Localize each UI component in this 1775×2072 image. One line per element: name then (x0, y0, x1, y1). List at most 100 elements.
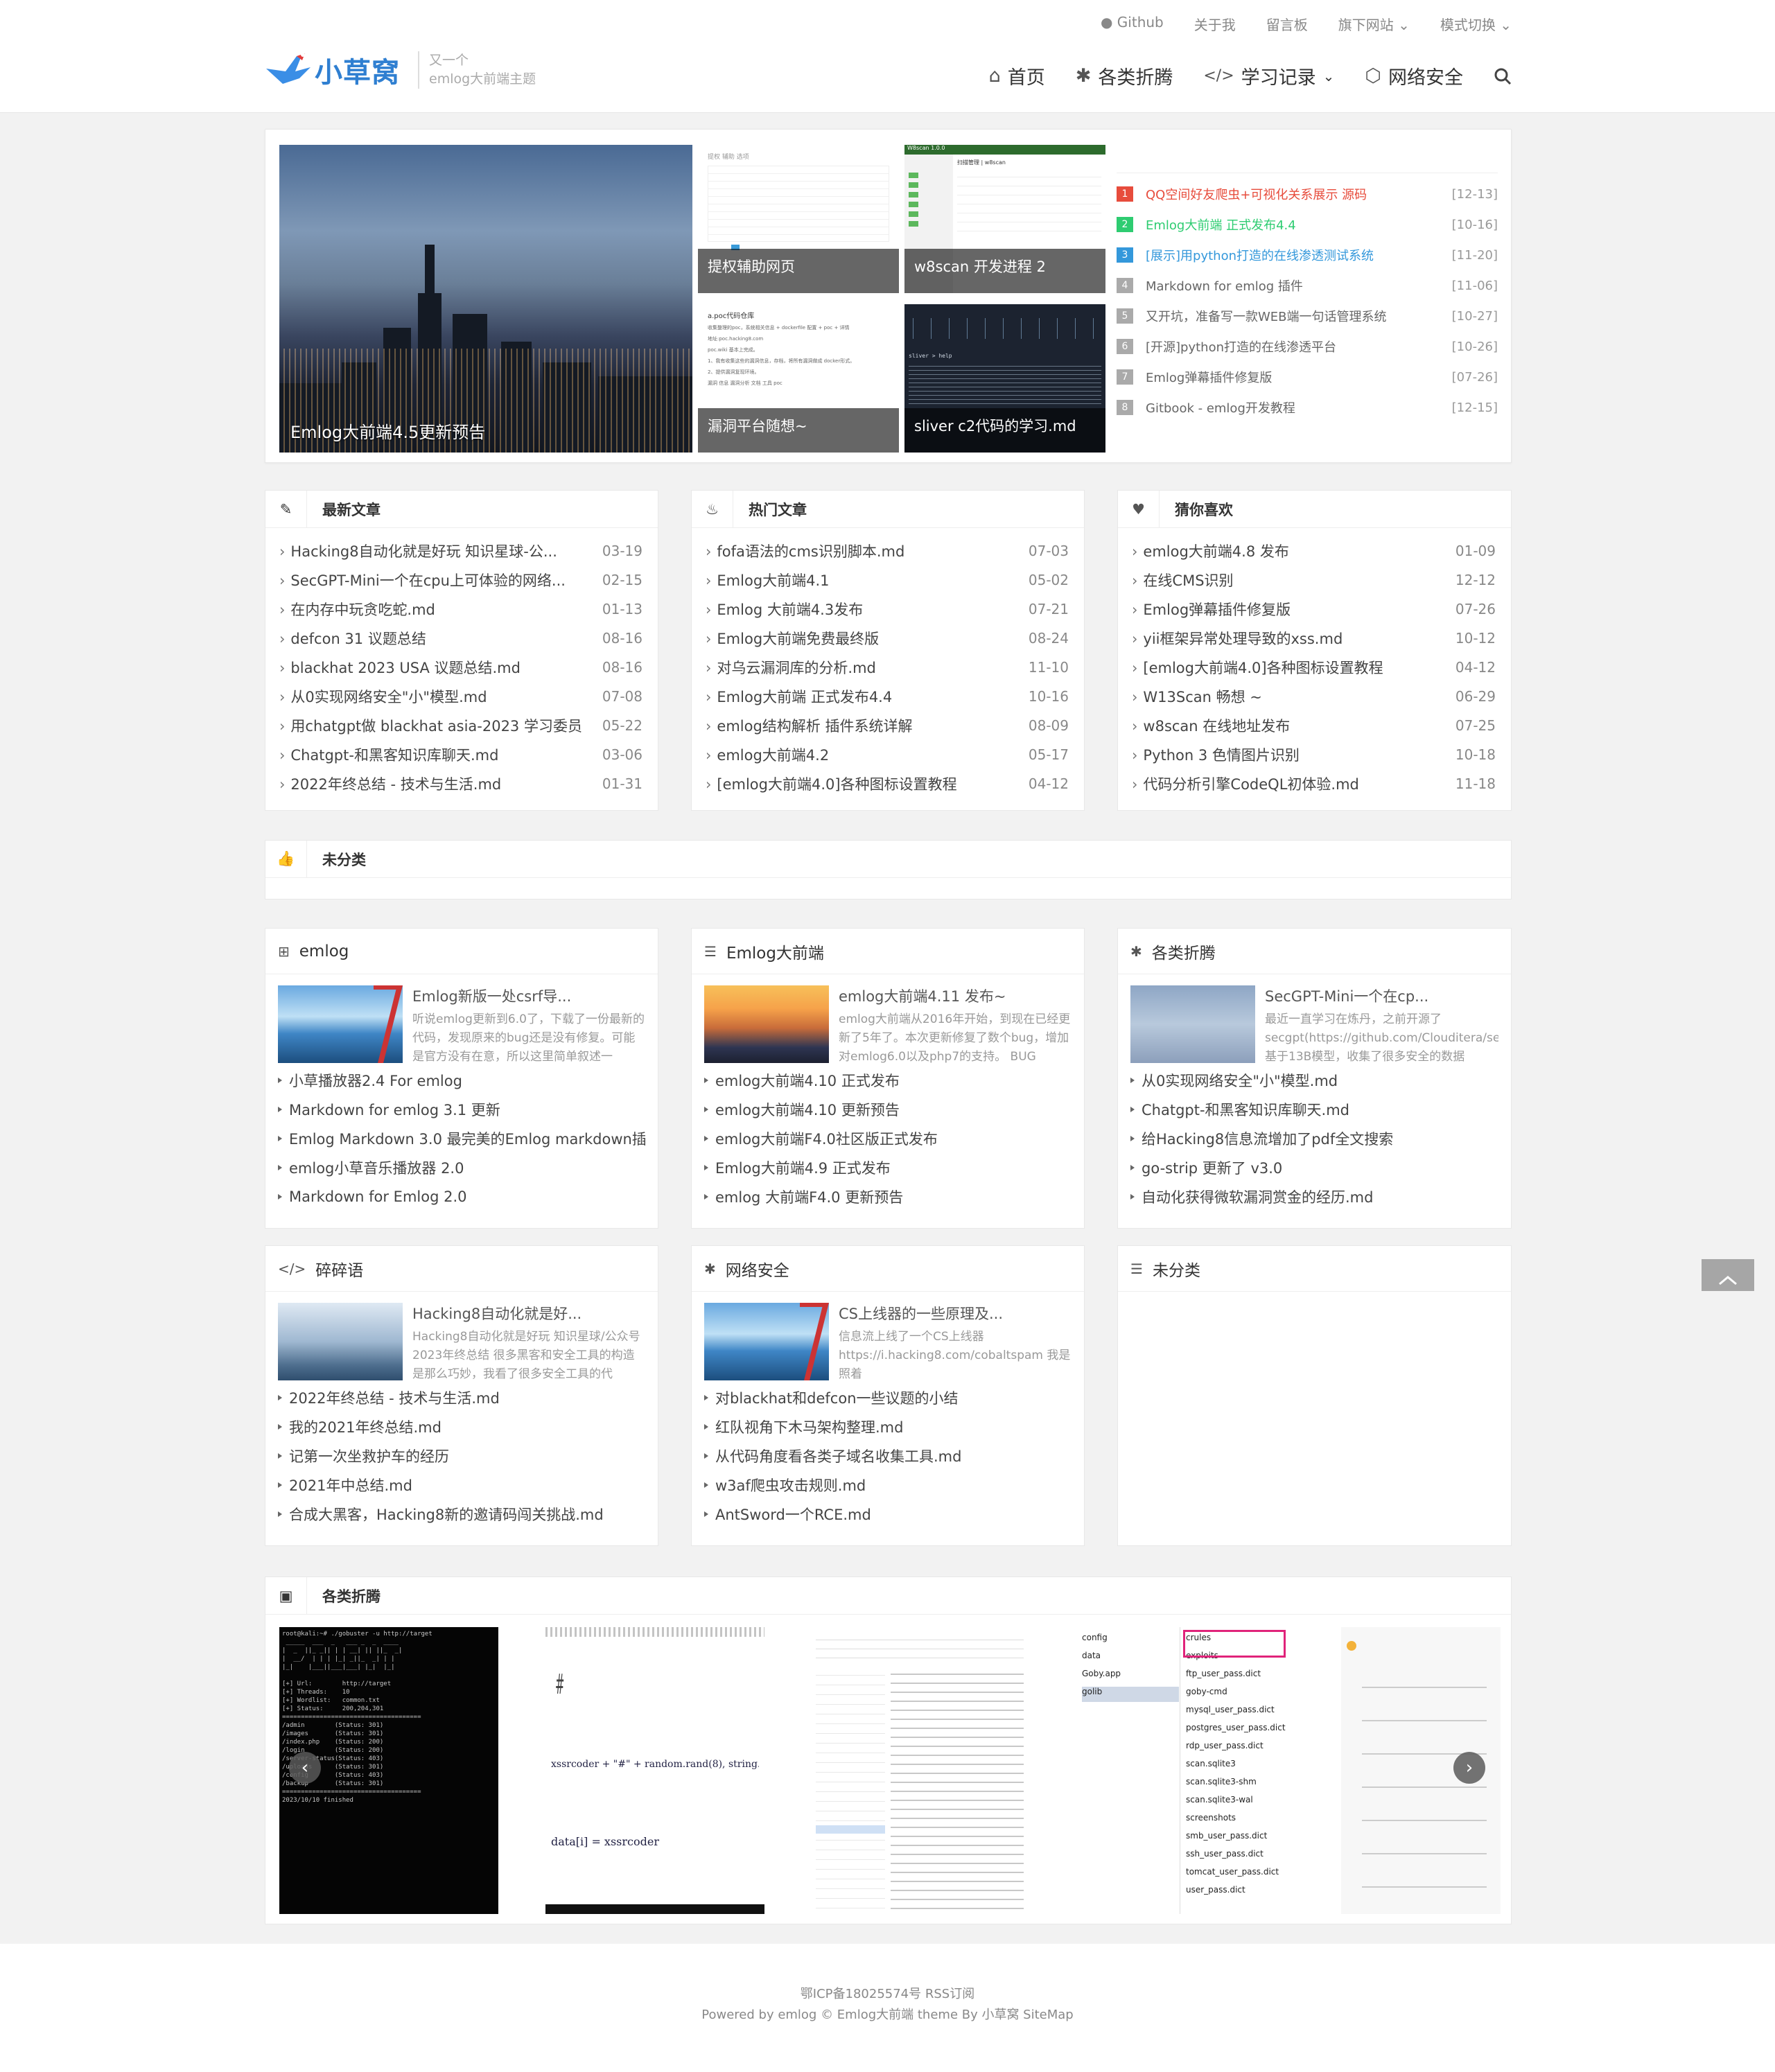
list-item[interactable]: Emlog大前端 正式发布4.4 10-16 (706, 682, 1069, 711)
list-item[interactable]: 从0实现网络安全"小"模型.md 07-08 (279, 682, 642, 711)
nav-study[interactable]: </> 学习记录 ⌄ (1203, 62, 1334, 89)
list-item[interactable]: emlog大前端4.10 更新预告 (704, 1095, 1072, 1124)
top-nav-sites[interactable]: 旗下网站 ⌄ (1338, 14, 1410, 34)
category-header[interactable]: ☰ Emlog大前端 (692, 929, 1084, 974)
list-item[interactable]: emlog大前端4.2 05-17 (706, 740, 1069, 769)
list-item[interactable]: emlog大前端4.10 正式发布 (704, 1066, 1072, 1095)
list-item[interactable]: emlog大前端F4.0社区版正式发布 (704, 1124, 1072, 1153)
list-item[interactable]: 自动化获得微软漏洞赏金的经历.md (1130, 1182, 1498, 1211)
list-item[interactable]: 代码分析引擎CodeQL初体验.md 11-18 (1132, 769, 1496, 798)
panel-title: 最新文章 (322, 501, 381, 518)
list-item[interactable]: Hacking8自动化就是好玩 知识星球-公... 03-19 (279, 536, 642, 565)
list-item[interactable]: defcon 31 议题总结 08-16 (279, 624, 642, 653)
list-item[interactable]: Python 3 色情图片识别 10-18 (1132, 740, 1496, 769)
list-item[interactable]: 给Hacking8信息流增加了pdf全文搜索 (1130, 1124, 1498, 1153)
category-header[interactable]: ✱ 各类折腾 (1118, 929, 1511, 974)
list-item[interactable]: Chatgpt-和黑客知识库聊天.md (1130, 1095, 1498, 1124)
list-item[interactable]: 在内存中玩贪吃蛇.md 01-13 (279, 595, 642, 624)
list-item[interactable]: 红队视角下木马架构整理.md (704, 1412, 1072, 1441)
list-item[interactable]: 我的2021年终总结.md (278, 1412, 645, 1441)
category-header[interactable]: ☰ 未分类 (1118, 1246, 1511, 1292)
list-item[interactable]: 2021年中总结.md (278, 1470, 645, 1500)
gallery-next-button[interactable]: › (1453, 1752, 1485, 1784)
top-nav-mode[interactable]: 模式切换 ⌄ (1440, 14, 1512, 34)
site-logo[interactable]: 小草窝 又一个 emlog大前端主题 (265, 50, 536, 90)
list-item[interactable]: SecGPT-Mini一个在cpu上可体验的网络... 02-15 (279, 565, 642, 595)
featured-thumb-1[interactable]: 提权 辅助 选项 提权辅助网页 (698, 145, 899, 293)
bird-logo-icon (266, 53, 311, 84)
list-item[interactable]: [emlog大前端4.0]各种图标设置教程 04-12 (706, 769, 1069, 798)
list-item[interactable]: w8scan 在线地址发布 07-25 (1132, 711, 1496, 740)
search-button[interactable] (1494, 67, 1512, 85)
list-item[interactable]: Emlog 大前端4.3发布 07-21 (706, 595, 1069, 624)
list-item[interactable]: 在线CMS识别 12-12 (1132, 565, 1496, 595)
list-item[interactable]: 小草播放器2.4 For emlog (278, 1066, 645, 1095)
hot-post-item[interactable]: 4 Markdown for emlog 插件 [11-06] (1117, 270, 1498, 301)
gallery-image-2[interactable]: # xssrcoder + "#" + random.rand(8), stri… (545, 1627, 764, 1914)
list-item[interactable]: 从代码角度看各类子域名收集工具.md (704, 1441, 1072, 1470)
footer-icp[interactable]: 鄂ICP备18025574号 RSS订阅 (0, 1984, 1775, 2005)
list-item[interactable]: 从0实现网络安全"小"模型.md (1130, 1066, 1498, 1095)
back-to-top-button[interactable] (1702, 1259, 1754, 1291)
hot-post-title: Gitbook - emlog开发教程 (1146, 401, 1295, 416)
hot-post-item[interactable]: 2 Emlog大前端 正式发布4.4 [10-16] (1117, 209, 1498, 240)
nav-security[interactable]: ⬡ 网络安全 (1365, 62, 1463, 89)
featured-thumb-4[interactable]: sliver > help sliver c2代码的学习.md (904, 304, 1105, 453)
category-header[interactable]: ✱ 网络安全 (692, 1246, 1084, 1292)
list-item[interactable]: fofa语法的cms识别脚本.md 07-03 (706, 536, 1069, 565)
list-item[interactable]: emlog 大前端F4.0 更新预告 (704, 1182, 1072, 1211)
category-featured-post[interactable]: SecGPT-Mini一个在cp... 最近一直学习在炼丹，之前开源了secgp… (1118, 974, 1511, 1066)
list-item[interactable]: emlog小草音乐播放器 2.0 (278, 1153, 645, 1182)
category-header[interactable]: </> 碎碎语 (265, 1246, 658, 1292)
list-item[interactable]: w3af爬虫攻击规则.md (704, 1470, 1072, 1500)
footer-powered[interactable]: Powered by emlog © Emlog大前端 theme By 小草窝… (0, 2005, 1775, 2026)
top-nav-about[interactable]: 关于我 (1194, 14, 1236, 34)
list-item[interactable]: Markdown for emlog 3.1 更新 (278, 1095, 645, 1124)
list-item[interactable]: Emlog大前端4.9 正式发布 (704, 1153, 1072, 1182)
list-item[interactable]: 2022年终总结 - 技术与生活.md (278, 1383, 645, 1412)
category-featured-post[interactable]: emlog大前端4.11 发布~ emlog大前端从2016年开始，到现在已经更… (692, 974, 1084, 1066)
nav-home[interactable]: ⌂ 首页 (989, 62, 1045, 89)
list-item[interactable]: go-strip 更新了 v3.0 (1130, 1153, 1498, 1182)
list-item[interactable]: emlog大前端4.8 发布 01-09 (1132, 536, 1496, 565)
list-item[interactable]: Emlog Markdown 3.0 最完美的Emlog markdown插件 (278, 1124, 645, 1153)
list-item[interactable]: Markdown for Emlog 2.0 (278, 1182, 645, 1211)
list-item[interactable]: Emlog大前端4.1 05-02 (706, 565, 1069, 595)
category-featured-post[interactable]: CS上线器的一些原理及... 信息流上线了一个CS上线器 https://i.h… (692, 1292, 1084, 1383)
list-item[interactable]: 记第一次坐救护车的经历 (278, 1441, 645, 1470)
hot-post-item[interactable]: 7 Emlog弹幕插件修复版 [07-26] (1117, 362, 1498, 392)
featured-thumb-3[interactable]: a.poc代码仓库 收集整理的poc，系统相关信息 + dockerfile 配… (698, 304, 899, 453)
nav-misc[interactable]: ✱ 各类折腾 (1076, 62, 1173, 89)
hot-post-item[interactable]: 8 Gitbook - emlog开发教程 [12-15] (1117, 392, 1498, 423)
gallery-prev-button[interactable]: ‹ (289, 1752, 321, 1784)
list-item[interactable]: Emlog弹幕插件修复版 07-26 (1132, 595, 1496, 624)
list-item[interactable]: [emlog大前端4.0]各种图标设置教程 04-12 (1132, 653, 1496, 682)
hot-post-item[interactable]: 3 [展示]用python打造的在线渗透测试系统 [11-20] (1117, 240, 1498, 270)
top-nav-guestbook[interactable]: 留言板 (1266, 14, 1308, 34)
list-item[interactable]: emlog结构解析 插件系统详解 08-09 (706, 711, 1069, 740)
list-item[interactable]: blackhat 2023 USA 议题总结.md 08-16 (279, 653, 642, 682)
list-item[interactable]: Emlog大前端免费最终版 08-24 (706, 624, 1069, 653)
featured-thumb-2[interactable]: W8scan 1.0.0 扫描管理 | w8scan w8scan 开发进程 2 (904, 145, 1105, 293)
gallery-image-4[interactable]: config data Goby.app golib crules exploits ftp… (1076, 1627, 1295, 1914)
hot-post-date: [07-26] (1451, 369, 1498, 385)
hot-post-item[interactable]: 6 [开源]python打造的在线渗透平台 [10-26] (1117, 331, 1498, 362)
gallery-image-3[interactable] (810, 1627, 1029, 1914)
category-header[interactable]: ⊞ emlog (265, 929, 658, 974)
list-item[interactable]: AntSword一个RCE.md (704, 1500, 1072, 1529)
list-item[interactable]: 2022年终总结 - 技术与生活.md 01-31 (279, 769, 642, 798)
post-title: go-strip 更新了 v3.0 (1142, 1160, 1283, 1177)
category-featured-post[interactable]: Emlog新版一处csrf导... 听说emlog更新到6.0了，下载了一份最新… (265, 974, 658, 1066)
list-item[interactable]: 对blackhat和defcon一些议题的小结 (704, 1383, 1072, 1412)
featured-main-post[interactable]: Emlog大前端4.5更新预告 (279, 145, 692, 453)
list-item[interactable]: yii框架异常处理导致的xss.md 10-12 (1132, 624, 1496, 653)
list-item[interactable]: 合成大黑客，Hacking8新的邀请码闯关挑战.md (278, 1500, 645, 1529)
top-nav-github[interactable]: ● Github (1101, 14, 1164, 34)
category-featured-post[interactable]: Hacking8自动化就是好... Hacking8自动化就是好玩 知识星球/公… (265, 1292, 658, 1383)
list-item[interactable]: 对乌云漏洞库的分析.md 11-10 (706, 653, 1069, 682)
list-item[interactable]: Chatgpt-和黑客知识库聊天.md 03-06 (279, 740, 642, 769)
list-item[interactable]: W13Scan 畅想 ~ 06-29 (1132, 682, 1496, 711)
list-item[interactable]: 用chatgpt做 blackhat asia-2023 学习委员 05-22 (279, 711, 642, 740)
hot-post-item[interactable]: 5 又开坑，准备写一款WEB端一句话管理系统 [10-27] (1117, 301, 1498, 331)
hot-post-item[interactable]: 1 QQ空间好友爬虫+可视化关系展示 源码 [12-13] (1117, 179, 1498, 209)
